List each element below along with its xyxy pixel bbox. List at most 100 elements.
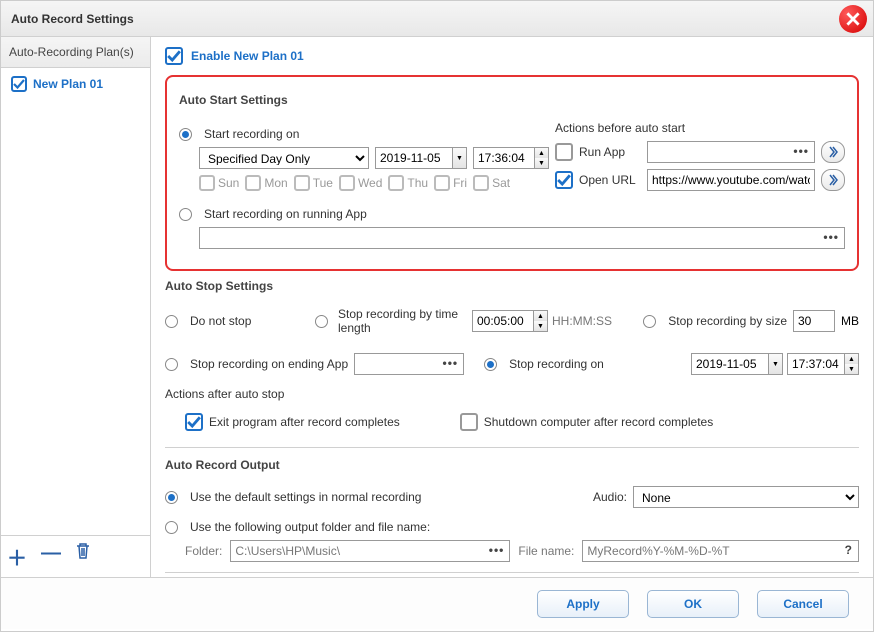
dialog-title: Auto Record Settings [11, 12, 134, 26]
sidebar-item-plan-01[interactable]: New Plan 01 [1, 68, 150, 100]
sidebar-item-label: New Plan 01 [33, 77, 103, 91]
title-bar: Auto Record Settings [1, 1, 873, 37]
stop-on-label: Stop recording on [509, 357, 604, 371]
filename-label: File name: [518, 544, 574, 558]
stop-length-input[interactable] [472, 310, 534, 332]
audio-label: Audio: [593, 490, 627, 504]
close-button[interactable] [839, 5, 867, 33]
trash-icon [75, 542, 91, 560]
chevron-right-icon [827, 146, 839, 158]
start-date-input[interactable] [375, 147, 453, 169]
start-on-app-label: Start recording on running App [204, 207, 367, 221]
run-app-go-button[interactable] [821, 141, 845, 163]
spinner-up-icon[interactable]: ▲ [535, 148, 548, 158]
stop-on-radio[interactable] [484, 358, 497, 371]
spinner-up-icon[interactable]: ▲ [845, 354, 858, 364]
remove-plan-button[interactable]: — [41, 542, 61, 571]
stop-by-size-radio[interactable] [643, 315, 656, 328]
start-on-app-browse-icon[interactable]: ••• [823, 230, 839, 244]
use-folder-radio[interactable] [165, 521, 178, 534]
dont-stop-radio[interactable] [165, 315, 178, 328]
sidebar-tools: ＋ — [1, 535, 150, 577]
filename-help-icon[interactable]: ? [845, 543, 853, 557]
folder-input[interactable] [230, 540, 510, 562]
dialog-window: Auto Record Settings Auto-Recording Plan… [0, 0, 874, 632]
delete-plan-button[interactable] [75, 542, 91, 571]
add-plan-button[interactable]: ＋ [7, 542, 27, 571]
use-folder-label: Use the following output folder and file… [190, 520, 430, 534]
start-on-app-input[interactable] [199, 227, 845, 249]
spinner-down-icon[interactable]: ▼ [534, 321, 547, 331]
dont-stop-label: Do not stop [190, 314, 251, 328]
actions-before-label: Actions before auto start [555, 121, 685, 135]
filename-input[interactable] [582, 540, 859, 562]
shutdown-checkbox[interactable] [460, 413, 478, 431]
days-row: Sun Mon Tue Wed Thu Fri Sat [199, 175, 549, 191]
day-mon-checkbox[interactable] [245, 175, 261, 191]
cancel-button[interactable]: Cancel [757, 590, 849, 618]
plan-checkbox[interactable] [11, 76, 27, 92]
stop-time-input[interactable] [787, 353, 845, 375]
start-on-radio[interactable] [179, 128, 192, 141]
sidebar: Auto-Recording Plan(s) New Plan 01 ＋ — [1, 37, 151, 577]
main-panel: Enable New Plan 01 Auto Start Settings S… [151, 37, 873, 577]
stop-on-ending-app-label: Stop recording on ending App [190, 357, 348, 371]
use-default-label: Use the default settings in normal recor… [190, 490, 421, 504]
enable-plan-checkbox[interactable] [165, 47, 183, 65]
auto-start-group: Auto Start Settings Start recording on S… [165, 75, 859, 271]
auto-stop-title: Auto Stop Settings [165, 279, 859, 293]
exit-program-checkbox[interactable] [185, 413, 203, 431]
run-app-input[interactable] [647, 141, 815, 163]
stop-date-input[interactable] [691, 353, 769, 375]
day-sat-checkbox[interactable] [473, 175, 489, 191]
shutdown-label: Shutdown computer after record completes [484, 415, 713, 429]
sidebar-header: Auto-Recording Plan(s) [1, 37, 150, 68]
stop-size-suffix: MB [841, 314, 859, 328]
check-icon [187, 415, 201, 429]
check-icon [167, 49, 181, 63]
apply-button[interactable]: Apply [537, 590, 629, 618]
dialog-footer: Apply OK Cancel [1, 577, 873, 629]
run-app-checkbox[interactable] [555, 143, 573, 161]
day-thu-checkbox[interactable] [388, 175, 404, 191]
stop-size-input[interactable] [793, 310, 835, 332]
open-url-label: Open URL [579, 173, 641, 187]
open-url-go-button[interactable] [821, 169, 845, 191]
stop-by-length-label: Stop recording by time length [338, 307, 468, 335]
day-sun-checkbox[interactable] [199, 175, 215, 191]
stop-by-size-label: Stop recording by size [668, 314, 787, 328]
folder-label: Folder: [185, 544, 222, 558]
date-dropdown-icon[interactable]: ▼ [769, 354, 782, 374]
day-wed-checkbox[interactable] [339, 175, 355, 191]
use-default-radio[interactable] [165, 491, 178, 504]
open-url-checkbox[interactable] [555, 171, 573, 189]
start-on-app-radio[interactable] [179, 208, 192, 221]
run-app-label: Run App [579, 145, 641, 159]
date-dropdown-icon[interactable]: ▼ [453, 148, 466, 168]
folder-browse-icon[interactable]: ••• [489, 543, 505, 557]
check-icon [557, 173, 571, 187]
day-fri-checkbox[interactable] [434, 175, 450, 191]
start-on-label: Start recording on [204, 127, 299, 141]
ok-button[interactable]: OK [647, 590, 739, 618]
stop-ending-app-browse-icon[interactable]: ••• [443, 356, 459, 370]
exit-program-label: Exit program after record completes [209, 415, 400, 429]
day-tue-checkbox[interactable] [294, 175, 310, 191]
spinner-down-icon[interactable]: ▼ [535, 158, 548, 168]
actions-after-label: Actions after auto stop [165, 387, 284, 401]
enable-plan-label: Enable New Plan 01 [191, 49, 304, 63]
run-app-browse-icon[interactable]: ••• [793, 144, 809, 158]
check-icon [13, 78, 25, 90]
stop-by-length-radio[interactable] [315, 315, 328, 328]
spinner-up-icon[interactable]: ▲ [534, 311, 547, 321]
spinner-down-icon[interactable]: ▼ [845, 364, 858, 374]
stop-on-ending-app-radio[interactable] [165, 358, 178, 371]
start-time-input[interactable] [473, 147, 535, 169]
stop-length-suffix: HH:MM:SS [552, 314, 612, 328]
close-icon [846, 12, 860, 26]
output-title: Auto Record Output [165, 458, 859, 472]
open-url-input[interactable] [647, 169, 815, 191]
schedule-mode-select[interactable]: Specified Day Only [199, 147, 369, 169]
audio-select[interactable]: None [633, 486, 859, 508]
chevron-right-icon [827, 174, 839, 186]
